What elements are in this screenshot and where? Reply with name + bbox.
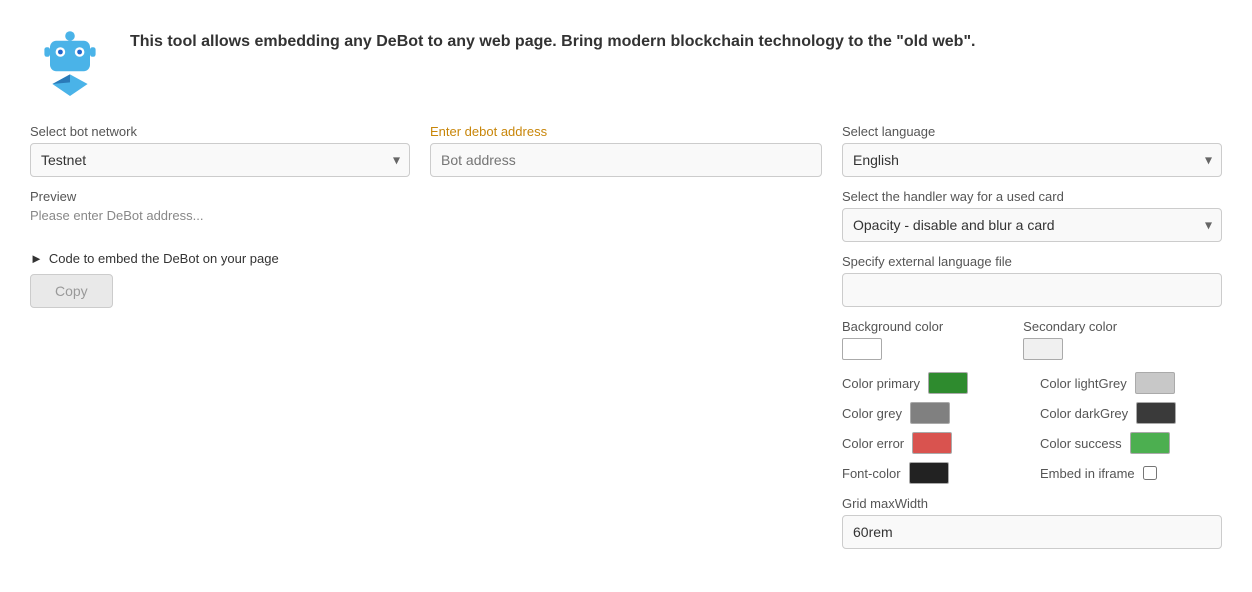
color-primary-swatch[interactable] <box>928 372 968 394</box>
embed-iframe-checkbox[interactable] <box>1143 466 1157 480</box>
font-color-item: Font-color <box>842 462 1024 484</box>
language-field: Select language English Russian Chinese <box>842 124 1222 177</box>
middle-column: Enter debot address <box>430 124 822 549</box>
bot-network-field: Select bot network Testnet Mainnet Devne… <box>30 124 410 177</box>
triangle-icon: ► <box>30 251 43 266</box>
color-error-item: Color error <box>842 432 1024 454</box>
secondary-color-field: Secondary color <box>1023 319 1117 360</box>
language-label: Select language <box>842 124 1222 139</box>
embed-iframe-item: Embed in iframe <box>1040 462 1222 484</box>
debot-address-input[interactable] <box>430 143 822 177</box>
code-section: ► Code to embed the DeBot on your page C… <box>30 251 410 308</box>
main-content: Select bot network Testnet Mainnet Devne… <box>30 124 1222 549</box>
color-section: Background color Secondary color <box>842 319 1222 360</box>
bot-network-select[interactable]: Testnet Mainnet Devnet <box>30 143 410 177</box>
color-success-swatch[interactable] <box>1130 432 1170 454</box>
color-lightgrey-swatch[interactable] <box>1135 372 1175 394</box>
font-color-swatch[interactable] <box>909 462 949 484</box>
handler-field: Select the handler way for a used card O… <box>842 189 1222 242</box>
left-column: Select bot network Testnet Mainnet Devne… <box>30 124 410 549</box>
color-grey-item: Color grey <box>842 402 1024 424</box>
color-lightgrey-item: Color lightGrey <box>1040 372 1222 394</box>
color-darkgrey-swatch[interactable] <box>1136 402 1176 424</box>
grid-maxwidth-label: Grid maxWidth <box>842 496 1222 511</box>
ext-lang-input[interactable] <box>842 273 1222 307</box>
bg-color-label: Background color <box>842 319 943 334</box>
secondary-color-label: Secondary color <box>1023 319 1117 334</box>
debot-address-field: Enter debot address <box>430 124 822 177</box>
preview-text: Please enter DeBot address... <box>30 208 410 223</box>
ext-lang-label: Specify external language file <box>842 254 1222 269</box>
preview-section: Preview Please enter DeBot address... <box>30 189 410 223</box>
color-grey-label: Color grey <box>842 406 902 421</box>
language-select[interactable]: English Russian Chinese <box>842 143 1222 177</box>
language-select-wrapper: English Russian Chinese <box>842 143 1222 177</box>
color-darkgrey-item: Color darkGrey <box>1040 402 1222 424</box>
bg-color-swatch[interactable] <box>842 338 882 360</box>
secondary-color-swatch[interactable] <box>1023 338 1063 360</box>
handler-label: Select the handler way for a used card <box>842 189 1222 204</box>
color-darkgrey-label: Color darkGrey <box>1040 406 1128 421</box>
color-error-label: Color error <box>842 436 904 451</box>
color-lightgrey-label: Color lightGrey <box>1040 376 1127 391</box>
preview-label: Preview <box>30 189 410 204</box>
color-success-label: Color success <box>1040 436 1122 451</box>
color-success-item: Color success <box>1040 432 1222 454</box>
color-error-swatch[interactable] <box>912 432 952 454</box>
color-grey-swatch[interactable] <box>910 402 950 424</box>
ext-lang-field: Specify external language file <box>842 254 1222 307</box>
header-description: This tool allows embedding any DeBot to … <box>130 30 975 54</box>
code-toggle[interactable]: ► Code to embed the DeBot on your page <box>30 251 410 266</box>
bot-network-select-wrapper: Testnet Mainnet Devnet <box>30 143 410 177</box>
header: This tool allows embedding any DeBot to … <box>30 20 1222 100</box>
code-toggle-label: Code to embed the DeBot on your page <box>49 251 279 266</box>
copy-button[interactable]: Copy <box>30 274 113 308</box>
color-primary-item: Color primary <box>842 372 1024 394</box>
grid-maxwidth-input[interactable] <box>842 515 1222 549</box>
color-primary-label: Color primary <box>842 376 920 391</box>
handler-select-wrapper: Opacity - disable and blur a card Remove… <box>842 208 1222 242</box>
debot-address-label: Enter debot address <box>430 124 822 139</box>
grid-maxwidth-field: Grid maxWidth <box>842 496 1222 549</box>
bg-secondary-row: Background color Secondary color <box>842 319 1222 360</box>
embed-iframe-label: Embed in iframe <box>1040 466 1135 481</box>
right-column: Select language English Russian Chinese … <box>842 124 1222 549</box>
bg-color-field: Background color <box>842 319 943 360</box>
color-grid: Color primary Color lightGrey Color grey… <box>842 372 1222 484</box>
bot-network-label: Select bot network <box>30 124 410 139</box>
handler-select[interactable]: Opacity - disable and blur a card Remove… <box>842 208 1222 242</box>
logo-icon <box>30 20 110 100</box>
font-color-label: Font-color <box>842 466 901 481</box>
